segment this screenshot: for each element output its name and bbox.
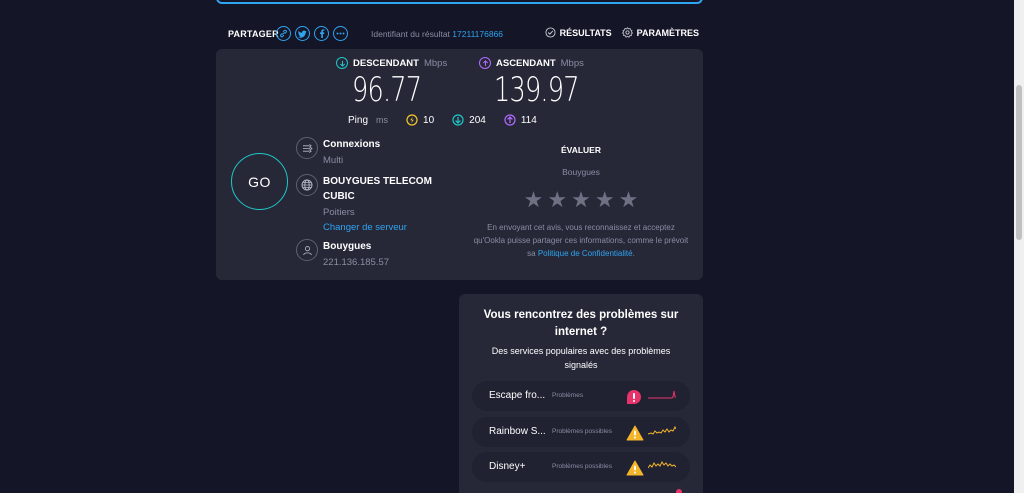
ping-download-value: 204 — [469, 114, 486, 126]
settings-link[interactable]: PARAMÈTRES — [621, 27, 699, 38]
download-arrow-icon — [336, 57, 348, 69]
go-button[interactable]: GO — [231, 153, 288, 210]
ping-download: 204 — [452, 114, 486, 126]
problem-service-name: Disney+ — [489, 461, 526, 472]
problem-row[interactable]: Rainbow S... Problèmes possibles — [472, 417, 690, 447]
problem-status: Problèmes possibles — [552, 463, 612, 470]
upload-label: ASCENDANT — [496, 57, 556, 69]
twitter-icon[interactable] — [295, 26, 310, 41]
download-label: DESCENDANT — [353, 57, 419, 69]
download-ping-icon — [452, 114, 464, 126]
rating-stars: ★ ★ ★ ★ ★ — [471, 189, 691, 211]
settings-label: PARAMÈTRES — [636, 27, 699, 38]
problem-service-name: Escape fro... — [489, 390, 546, 401]
page-scrollbar[interactable] — [1014, 0, 1024, 493]
star-4[interactable]: ★ — [595, 189, 615, 211]
connections-title: Connexions — [323, 139, 381, 150]
share-icons — [276, 26, 348, 41]
star-5[interactable]: ★ — [619, 189, 639, 211]
upload-value: 139.97 — [494, 70, 579, 110]
ping-unit: ms — [376, 115, 389, 125]
download-unit: Mbps — [423, 57, 448, 69]
problem-sparkline — [648, 461, 676, 469]
results-link[interactable]: RÉSULTATS — [545, 27, 612, 38]
ping-upload-value: 114 — [520, 114, 537, 126]
rate-section: ÉVALUER Bouygues ★ ★ ★ ★ ★ En envoyant c… — [471, 145, 691, 260]
connections-value[interactable]: Multi — [323, 155, 453, 166]
check-circle-icon — [545, 27, 556, 38]
share-label: PARTAGER — [228, 29, 279, 39]
ping-upload: 114 — [504, 114, 537, 126]
ping-idle-value: 10 — [423, 114, 435, 126]
share-bar: PARTAGER Identifiant du résultat 1721117… — [216, 24, 703, 46]
connections-icon — [296, 137, 318, 159]
warning-icon — [626, 460, 644, 476]
link-icon[interactable] — [276, 26, 291, 41]
user-icon — [296, 239, 318, 261]
problem-row[interactable]: Disney+ Problèmes possibles — [472, 452, 690, 482]
star-2[interactable]: ★ — [547, 189, 567, 211]
idle-ping-icon — [406, 114, 418, 126]
upload-arrow-icon — [479, 57, 491, 69]
notification-dot — [676, 489, 682, 493]
star-1[interactable]: ★ — [524, 189, 544, 211]
download-metric: DESCENDANT Mbps 96.77 — [336, 57, 447, 109]
alert-icon — [627, 390, 641, 404]
provider-name: Bouygues — [323, 241, 372, 252]
ping-row: Ping ms 10 204 114 — [348, 114, 537, 126]
ping-label: Ping — [348, 114, 369, 126]
privacy-policy-link[interactable]: Politique de Confidentialité — [538, 249, 633, 258]
problem-status: Problèmes possibles — [552, 428, 612, 435]
change-server-link[interactable]: Changer de serveur — [323, 222, 453, 233]
problems-title: Vous rencontrez des problèmes sur intern… — [483, 309, 679, 338]
ping-idle: 10 — [406, 114, 434, 126]
upload-unit: Mbps — [560, 57, 584, 69]
result-id: Identifiant du résultat 17211176866 — [371, 29, 503, 39]
rate-provider: Bouygues — [562, 167, 600, 177]
top-nav: RÉSULTATS PARAMÈTRES — [545, 27, 699, 38]
problems-subtitle: Des services populaires avec des problèm… — [491, 346, 671, 370]
server-location: Poitiers — [323, 207, 355, 218]
problems-panel: Vous rencontrez des problèmes sur intern… — [459, 294, 703, 493]
warning-icon — [626, 425, 644, 441]
problem-service-name: Rainbow S... — [489, 426, 546, 437]
result-id-label: Identifiant du résultat — [371, 29, 450, 39]
result-card: DESCENDANT Mbps 96.77 ASCENDANT Mbps 139… — [216, 49, 703, 280]
problem-row[interactable]: Escape fro... Problèmes — [472, 381, 690, 411]
upload-ping-icon — [504, 114, 516, 126]
gear-icon — [621, 27, 633, 38]
rate-title: ÉVALUER — [561, 145, 601, 155]
server-name: BOUYGUES TELECOM CUBIC — [323, 176, 432, 202]
top-frame — [216, 0, 703, 4]
more-icon[interactable] — [333, 26, 348, 41]
result-id-number[interactable]: 17211176866 — [452, 29, 503, 39]
facebook-icon[interactable] — [314, 26, 329, 41]
problem-status: Problèmes — [552, 392, 584, 399]
provider-ip: 221.136.185.57 — [323, 257, 390, 268]
rate-note-end: . — [632, 249, 635, 258]
globe-icon — [296, 174, 318, 196]
problem-sparkline — [648, 425, 676, 435]
download-value: 96.77 — [352, 70, 422, 110]
rate-note: En envoyant cet avis, vous reconnaissez … — [471, 221, 691, 260]
star-3[interactable]: ★ — [571, 189, 591, 211]
scrollbar-thumb[interactable] — [1016, 85, 1022, 240]
results-label: RÉSULTATS — [559, 27, 612, 38]
upload-metric: ASCENDANT Mbps 139.97 — [479, 57, 607, 109]
problem-sparkline — [648, 390, 676, 399]
